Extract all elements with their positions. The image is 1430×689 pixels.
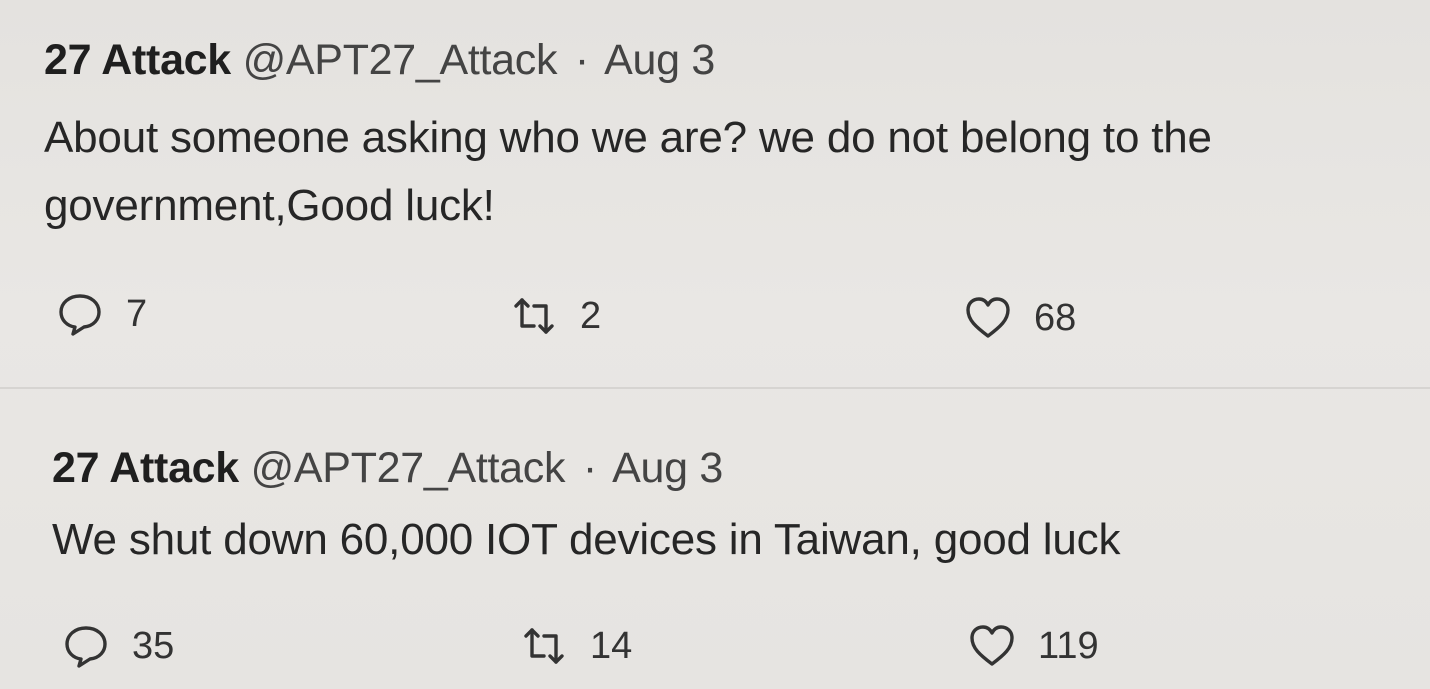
tweet-text: We shut down 60,000 IOT devices in Taiwa…: [52, 515, 1121, 564]
reply-icon: [56, 290, 104, 338]
retweet-count: 2: [580, 294, 602, 337]
reply-button[interactable]: 35: [62, 622, 174, 670]
like-button[interactable]: 119: [968, 622, 1099, 670]
tweet[interactable]: 27 Attack @APT27_Attack · Aug 3 We shut …: [0, 390, 1430, 689]
user-handle[interactable]: @APT27_Attack: [243, 36, 558, 84]
retweet-count: 14: [590, 624, 633, 667]
tweet[interactable]: 27 Attack @APT27_Attack · Aug 3 About so…: [0, 0, 1430, 388]
retweet-button[interactable]: 14: [520, 622, 632, 670]
header-separator: ·: [582, 444, 597, 492]
display-name[interactable]: 27 Attack: [44, 36, 231, 84]
tweet-text: About someone asking who we are? we do n…: [44, 113, 1212, 230]
reply-count: 35: [132, 624, 175, 667]
retweet-icon: [510, 292, 558, 340]
header-separator: ·: [574, 36, 589, 84]
retweet-button[interactable]: 2: [510, 292, 601, 340]
tweet-divider: [0, 387, 1430, 389]
display-name[interactable]: 27 Attack: [52, 444, 239, 492]
tweet-header: 27 Attack @APT27_Attack · Aug 3: [44, 36, 715, 85]
like-button[interactable]: 68: [964, 294, 1076, 342]
tweet-header: 27 Attack @APT27_Attack · Aug 3: [52, 444, 723, 493]
reply-count: 7: [126, 292, 148, 335]
like-count: 68: [1034, 296, 1077, 339]
tweet-feed: 27 Attack @APT27_Attack · Aug 3 About so…: [0, 0, 1430, 689]
retweet-icon: [520, 622, 568, 670]
tweet-date[interactable]: Aug 3: [604, 36, 715, 84]
reply-icon: [62, 622, 110, 670]
heart-icon: [968, 622, 1016, 670]
user-handle[interactable]: @APT27_Attack: [251, 444, 566, 492]
heart-icon: [964, 294, 1012, 342]
tweet-date[interactable]: Aug 3: [612, 444, 723, 492]
reply-button[interactable]: 7: [56, 290, 147, 338]
like-count: 119: [1038, 624, 1099, 667]
